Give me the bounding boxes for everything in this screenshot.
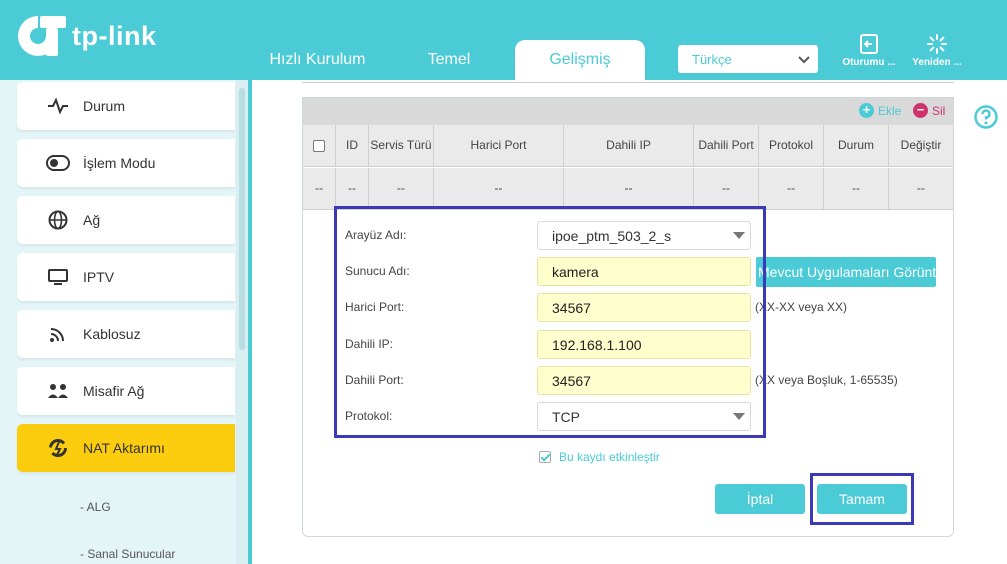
table-toolbar: + Ekle − Sil bbox=[303, 98, 953, 125]
sidebar-subitem-alg[interactable]: - ALG bbox=[80, 500, 111, 514]
monitor-icon bbox=[43, 268, 73, 286]
sidebar-item-label: Kablosuz bbox=[83, 326, 141, 342]
column-header-id: ID bbox=[336, 125, 369, 166]
sidebar-item-label: IPTV bbox=[83, 269, 115, 285]
sidebar-item-guest-network[interactable]: Misafir Ağ bbox=[17, 367, 235, 415]
column-header-external-port: Harici Port bbox=[434, 125, 564, 166]
sidebar-scrollbar-thumb[interactable] bbox=[239, 88, 245, 350]
sidebar: Durum İşlem Modu Ağ IPTV Kablosuz Misafi… bbox=[0, 80, 250, 564]
language-select[interactable]: Türkçe bbox=[678, 45, 818, 73]
wifi-icon bbox=[43, 325, 73, 343]
help-icon[interactable] bbox=[974, 105, 998, 129]
column-header-internal-port: Dahili Port bbox=[694, 125, 759, 166]
cancel-button[interactable]: İptal bbox=[715, 484, 805, 514]
pulse-icon bbox=[43, 98, 73, 114]
table-cell: -- bbox=[369, 168, 434, 209]
top-header: tp-link Hızlı Kurulum Temel Gelişmiş Tür… bbox=[0, 0, 1007, 80]
select-all-cell[interactable] bbox=[303, 125, 336, 166]
table-cell: -- bbox=[303, 168, 336, 209]
table-row[interactable]: -- -- -- -- -- -- -- -- -- bbox=[303, 168, 953, 210]
sidebar-item-label: Misafir Ağ bbox=[83, 383, 145, 399]
table-cell: -- bbox=[694, 168, 759, 209]
plus-icon: + bbox=[859, 103, 874, 118]
sidebar-item-nat-forwarding[interactable]: NAT Aktarımı bbox=[17, 424, 235, 472]
divider bbox=[302, 82, 954, 83]
nat-icon bbox=[43, 438, 73, 458]
sidebar-item-operation-mode[interactable]: İşlem Modu bbox=[17, 139, 235, 187]
external-port-hint: (XX-XX veya XX) bbox=[755, 300, 848, 314]
sidebar-item-label: İşlem Modu bbox=[83, 155, 156, 171]
form-fields-highlight bbox=[334, 206, 766, 438]
sidebar-item-label: Ağ bbox=[83, 212, 101, 228]
sidebar-subitem-virtual-servers[interactable]: - Sanal Sunucular bbox=[80, 547, 175, 561]
add-button[interactable]: + Ekle bbox=[859, 103, 901, 118]
reboot-label: Yeniden ... bbox=[912, 57, 962, 68]
globe-icon bbox=[43, 210, 73, 230]
logout-button[interactable]: Oturumu ... bbox=[836, 33, 902, 68]
view-existing-apps-button[interactable]: Mevcut Uygulamaları Görüntüle bbox=[756, 257, 936, 287]
reboot-button[interactable]: Yeniden ... bbox=[904, 33, 970, 68]
tab-basic[interactable]: Temel bbox=[400, 40, 498, 80]
guests-icon bbox=[43, 383, 73, 399]
sidebar-item-label: NAT Aktarımı bbox=[83, 440, 165, 456]
table-cell: -- bbox=[434, 168, 564, 209]
logo-text: tp-link bbox=[72, 20, 157, 51]
ok-button-highlight bbox=[810, 473, 914, 525]
logout-label: Oturumu ... bbox=[842, 57, 896, 68]
reboot-icon bbox=[927, 34, 947, 54]
internal-port-hint: (XX veya Boşluk, 1-65535) bbox=[755, 373, 898, 387]
sidebar-item-network[interactable]: Ağ bbox=[17, 196, 235, 244]
table-cell: -- bbox=[564, 168, 694, 209]
table-cell: -- bbox=[759, 168, 824, 209]
table-cell: -- bbox=[824, 168, 889, 209]
enable-entry-label: Bu kaydı etkinleştir bbox=[559, 450, 660, 464]
enable-entry-checkbox-row[interactable]: Bu kaydı etkinleştir bbox=[539, 450, 660, 464]
column-header-protocol: Protokol bbox=[759, 125, 824, 166]
column-header-service-type: Servis Türü bbox=[369, 125, 434, 166]
logout-icon bbox=[860, 34, 878, 54]
tab-advanced[interactable]: Gelişmiş bbox=[515, 40, 645, 80]
language-value: Türkçe bbox=[692, 51, 732, 67]
tplink-logo: tp-link bbox=[16, 14, 157, 58]
chevron-down-icon bbox=[798, 56, 810, 64]
table-cell: -- bbox=[336, 168, 369, 209]
sidebar-item-wireless[interactable]: Kablosuz bbox=[17, 310, 235, 358]
column-header-status: Durum bbox=[824, 125, 889, 166]
table-cell: -- bbox=[917, 181, 925, 195]
sidebar-item-iptv[interactable]: IPTV bbox=[17, 253, 235, 301]
delete-label: Sil bbox=[932, 103, 946, 118]
column-header-modify: Değiştir bbox=[900, 138, 942, 152]
minus-icon: − bbox=[913, 103, 928, 118]
delete-button[interactable]: − Sil bbox=[913, 103, 945, 118]
add-label: Ekle bbox=[878, 103, 902, 118]
toggle-icon bbox=[43, 155, 73, 171]
sidebar-item-status[interactable]: Durum bbox=[17, 82, 235, 130]
enable-entry-checkbox[interactable] bbox=[539, 451, 551, 463]
table-header-row: ID Servis Türü Harici Port Dahili IP Dah… bbox=[303, 125, 953, 167]
tab-quick-setup[interactable]: Hızlı Kurulum bbox=[255, 40, 380, 80]
column-header-internal-ip: Dahili IP bbox=[564, 125, 694, 166]
sidebar-item-label: Durum bbox=[83, 98, 126, 114]
select-all-checkbox[interactable] bbox=[313, 139, 325, 152]
tplink-logo-icon bbox=[18, 16, 66, 56]
sidebar-border bbox=[248, 80, 250, 564]
